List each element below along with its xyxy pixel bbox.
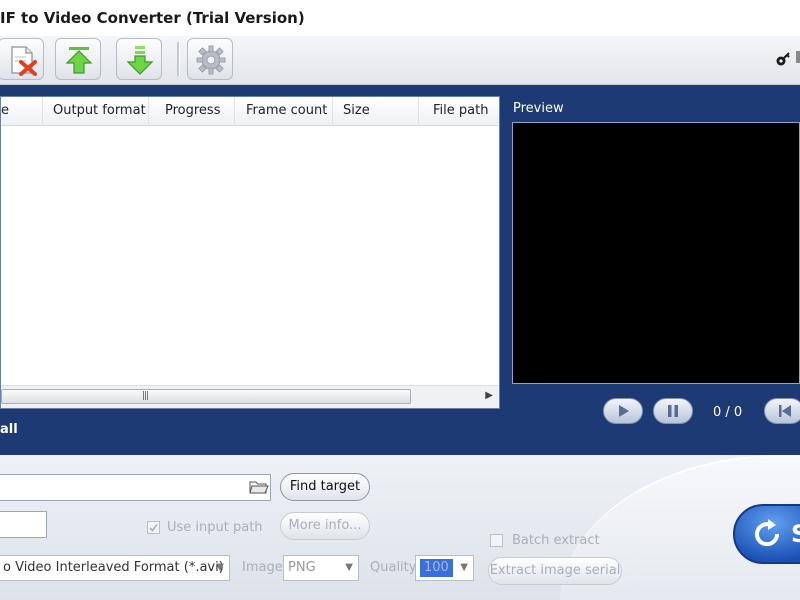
window-title: IF to Video Converter (Trial Version) <box>0 9 305 27</box>
batch-extract-checkbox[interactable] <box>490 534 503 547</box>
play-icon <box>619 405 629 417</box>
target-path-input[interactable] <box>0 474 271 501</box>
play-button[interactable] <box>603 398 643 424</box>
app-window: IF to Video Converter (Trial Version) e … <box>0 0 800 600</box>
quality-label: Quality <box>370 560 417 575</box>
column-header-output-format[interactable]: Output format <box>43 97 149 125</box>
skip-first-icon <box>779 405 791 417</box>
move-up-button[interactable] <box>55 38 101 80</box>
horizontal-scrollbar[interactable]: ||| ▶ <box>1 385 499 408</box>
chevron-down-icon: ▼ <box>460 562 468 573</box>
frame-counter: 0 / 0 <box>713 405 743 420</box>
arrow-up-icon <box>65 47 93 74</box>
move-down-button[interactable] <box>116 38 162 80</box>
skip-first-button[interactable] <box>764 398 800 424</box>
output-format-select[interactable]: o Video Interleaved Format (*.avi) ▼ <box>0 555 230 581</box>
preview-label: Preview <box>513 101 564 116</box>
settings-button[interactable] <box>187 38 233 80</box>
chevron-down-icon: ▼ <box>345 562 353 573</box>
column-header-progress[interactable]: Progress <box>149 97 235 125</box>
column-header-size[interactable]: Size <box>333 97 419 125</box>
image-format-select[interactable]: PNG ▼ <box>283 555 359 581</box>
window-edge <box>796 51 800 63</box>
pause-button[interactable] <box>653 398 693 424</box>
output-format-value: o Video Interleaved Format (*.avi) <box>3 560 224 575</box>
use-input-path-checkbox[interactable] <box>147 521 160 534</box>
use-input-path-label: Use input path <box>167 520 263 535</box>
key-icon[interactable] <box>775 51 791 67</box>
start-button[interactable]: S <box>733 504 800 564</box>
checkmark-icon <box>149 524 158 532</box>
title-bar: IF to Video Converter (Trial Version) <box>0 0 800 36</box>
toolbar-separator <box>177 42 180 76</box>
column-header-file-path[interactable]: File path <box>419 97 499 125</box>
quality-select[interactable]: 100 ▼ <box>415 555 474 581</box>
gear-icon <box>196 45 226 75</box>
refresh-icon <box>755 519 780 547</box>
document-delete-icon <box>11 46 37 76</box>
toolbar <box>0 36 800 85</box>
column-header-frame-count[interactable]: Frame count <box>235 97 333 125</box>
quality-value: 100 <box>420 559 453 577</box>
find-target-button[interactable]: Find target <box>280 473 370 501</box>
arrow-down-icon <box>126 46 154 75</box>
extract-image-serial-button[interactable]: Extract image serial <box>488 557 622 585</box>
scrollbar-grip-icon: ||| <box>142 391 149 401</box>
start-label: S <box>791 520 800 548</box>
scrollbar-thumb[interactable]: ||| <box>1 389 411 404</box>
batch-extract-label: Batch extract <box>512 533 600 548</box>
file-list-header: e Output format Progress Frame count Siz… <box>1 97 499 126</box>
secondary-input[interactable] <box>0 511 47 538</box>
image-format-value: PNG <box>288 560 316 575</box>
scroll-right-icon[interactable]: ▶ <box>485 390 493 401</box>
folder-open-icon[interactable] <box>249 479 269 495</box>
file-list-body[interactable] <box>1 126 499 384</box>
chevron-down-icon: ▼ <box>216 562 224 573</box>
more-info-button[interactable]: More info... <box>280 512 370 540</box>
pause-icon <box>668 405 678 417</box>
select-all-label[interactable]: all <box>0 422 18 437</box>
file-list[interactable]: e Output format Progress Frame count Siz… <box>0 96 500 409</box>
image-label: Image <box>242 560 283 575</box>
preview-screen <box>512 122 800 384</box>
remove-file-button[interactable] <box>0 38 44 80</box>
column-header-name[interactable]: e <box>0 97 43 125</box>
